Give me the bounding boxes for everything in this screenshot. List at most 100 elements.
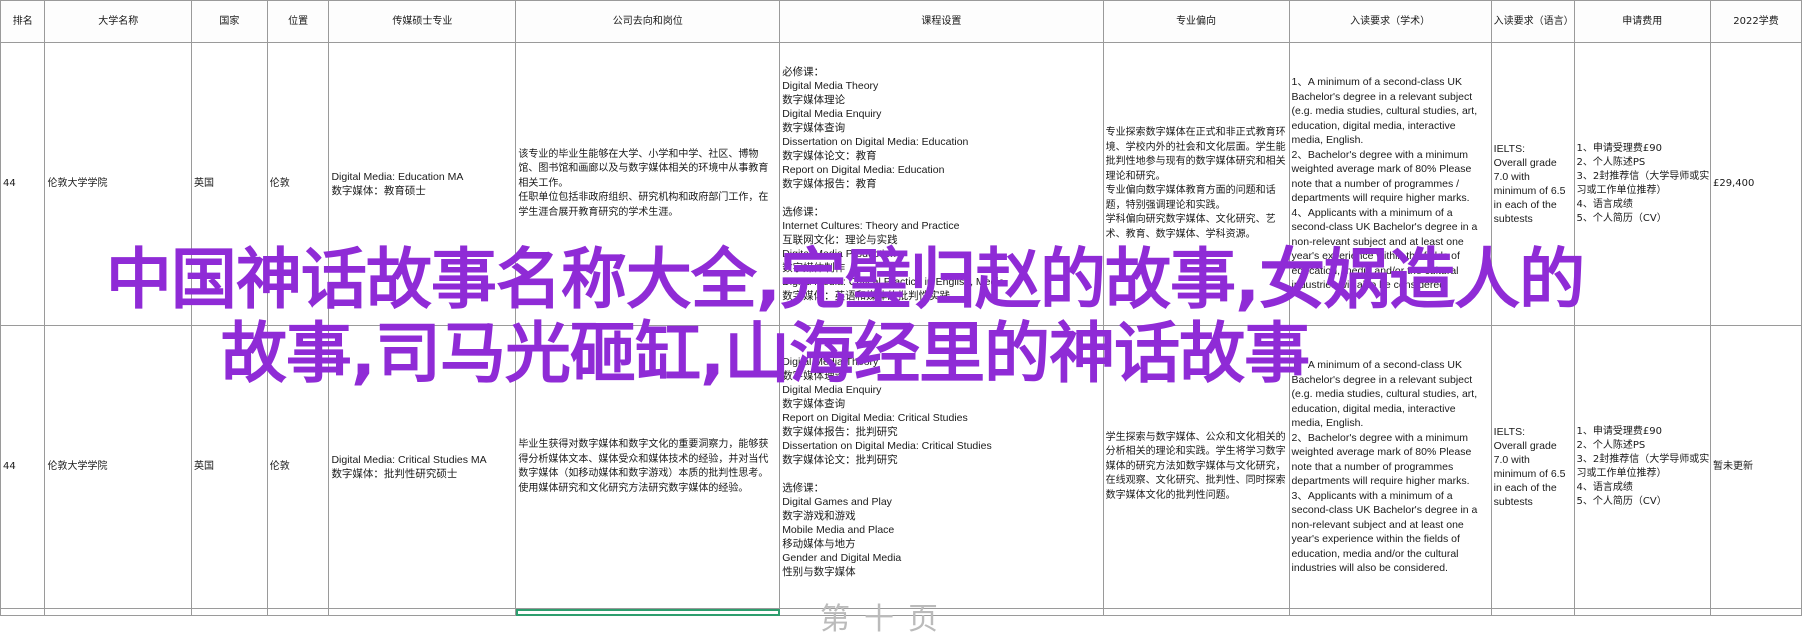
cell-university[interactable]: 伦敦大学学院 bbox=[44, 325, 192, 609]
header-courses[interactable]: 课程设置 bbox=[779, 0, 1104, 43]
empty-cell[interactable] bbox=[44, 608, 192, 616]
cell-line: 数字媒体报告：教育 bbox=[782, 178, 877, 190]
table-row: 44 伦敦大学学院 英国 伦敦 Digital Media: Education MA 数… bbox=[0, 42, 1802, 326]
empty-cell[interactable] bbox=[1102, 608, 1290, 616]
empty-cell[interactable] bbox=[191, 608, 268, 616]
header-language-req[interactable]: 入读要求（语言） bbox=[1490, 0, 1575, 43]
cell-line: 互联网文化：理论与实践 bbox=[782, 234, 898, 246]
cell-line: 数字媒体查询 bbox=[782, 122, 846, 134]
header-tuition[interactable]: 2022学费 bbox=[1709, 0, 1802, 43]
cell-line: minimum of 6.5 bbox=[1493, 468, 1566, 480]
cell-line: 数字媒体：英语和媒体的批判性实践 bbox=[782, 290, 951, 302]
cell-language[interactable]: IELTS: Overall grade 7.0 with minimum of 6.… bbox=[1490, 42, 1575, 326]
empty-cell[interactable] bbox=[515, 608, 781, 616]
cell-academic-text: 1、A minimum of a second-class UK Bachelo… bbox=[1291, 359, 1478, 575]
cell-country[interactable]: 英国 bbox=[191, 42, 268, 326]
header-academic-req[interactable]: 入读要求（学术） bbox=[1288, 0, 1492, 43]
cell-line: 习或工作单位推荐） bbox=[1576, 185, 1667, 196]
cell-line: 数字媒体理论 bbox=[782, 94, 846, 106]
cell-line: 选修课： bbox=[782, 206, 825, 218]
cell-focus-text: 专业探索数字媒体在正式和非正式教育环境、学校内外的社会和文化层面。学生能批判性地… bbox=[1105, 127, 1286, 240]
cell-academic-text: 1、A minimum of a second-class UK Bachelo… bbox=[1291, 76, 1478, 292]
empty-cell[interactable] bbox=[1709, 608, 1802, 616]
cell-line: 2、个人陈述PS bbox=[1576, 440, 1646, 451]
header-country[interactable]: 国家 bbox=[191, 0, 268, 43]
cell-careers-text: 毕业生获得对数字媒体和数字文化的重要洞察力，能够获得分析媒体文本、媒体受众和媒体… bbox=[518, 439, 769, 494]
cell-rank[interactable]: 44 bbox=[0, 42, 46, 326]
empty-cell[interactable] bbox=[266, 608, 330, 616]
cell-language-lines: IELTS: Overall grade 7.0 with minimum of 6.… bbox=[1494, 142, 1572, 226]
header-application-fee[interactable]: 申请费用 bbox=[1573, 0, 1711, 43]
cell-courses-lines: 必修课： Digital Media Theory 数字媒体理论 Digital Me… bbox=[782, 65, 1100, 303]
cell-program[interactable]: Digital Media: Critical Studies MA 数字媒体：批… bbox=[328, 325, 517, 609]
cell-fee-lines: 1、申请受理费£90 2、个人陈述PS 3、2封推荐信（大学导师或实 习或工作单位推荐… bbox=[1576, 142, 1710, 226]
cell-focus[interactable]: 专业探索数字媒体在正式和非正式教育环境、学校内外的社会和文化层面。学生能批判性地… bbox=[1102, 42, 1290, 326]
cell-line: Dissertation on Digital Media: Critical … bbox=[782, 440, 992, 452]
cell-line: 1、申请受理费£90 bbox=[1576, 143, 1662, 154]
cell-fee[interactable]: 1、申请受理费£90 2、个人陈述PS 3、2封推荐信（大学导师或实 习或工作单位推荐… bbox=[1573, 325, 1711, 609]
header-careers[interactable]: 公司去向和岗位 bbox=[515, 0, 781, 43]
cell-line: 习或工作单位推荐） bbox=[1576, 468, 1667, 479]
header-program[interactable]: 传媒硕士专业 bbox=[328, 0, 517, 43]
cell-line: IELTS: bbox=[1493, 426, 1525, 438]
cell-program[interactable]: Digital Media: Education MA 数字媒体：教育硕士 bbox=[328, 42, 517, 326]
cell-academic[interactable]: 1、A minimum of a second-class UK Bachelo… bbox=[1288, 325, 1492, 609]
cell-rank[interactable]: 44 bbox=[0, 325, 46, 609]
cell-rank-text: 44 bbox=[3, 460, 16, 472]
cell-line: 性别与数字媒体 bbox=[782, 566, 856, 578]
cell-line: Gender and Digital Media bbox=[782, 552, 902, 564]
cell-line: Mobile Media and Place bbox=[782, 524, 895, 536]
cell-line: Dissertation on Digital Media: Education bbox=[782, 136, 969, 148]
cell-courses[interactable]: Digital Media Theory 数字媒体理论 Digital Media … bbox=[779, 325, 1104, 609]
cell-line: 数字媒体：教育硕士 bbox=[331, 185, 426, 197]
header-focus[interactable]: 专业偏向 bbox=[1102, 0, 1290, 43]
cell-line: 数字媒体报告：批判研究 bbox=[782, 426, 898, 438]
cell-line bbox=[782, 467, 1100, 481]
header-location[interactable]: 位置 bbox=[266, 0, 330, 43]
cell-language[interactable]: IELTS: Overall grade 7.0 with minimum of 6.… bbox=[1490, 325, 1575, 609]
cell-tuition[interactable]: £29,400 bbox=[1709, 42, 1802, 326]
header-university[interactable]: 大学名称 bbox=[44, 0, 192, 43]
cell-line: 5、个人简历（CV） bbox=[1576, 496, 1667, 507]
cell-courses[interactable]: 必修课： Digital Media Theory 数字媒体理论 Digital Me… bbox=[779, 42, 1104, 326]
empty-cell[interactable] bbox=[328, 608, 517, 616]
cell-line: 数字媒体查询 bbox=[782, 398, 846, 410]
cell-line: Report on Digital Media: Critical Studie… bbox=[782, 412, 968, 424]
cell-line: 数字媒体理论 bbox=[782, 370, 846, 382]
cell-line: Digital Media Theory bbox=[782, 80, 879, 92]
cell-careers[interactable]: 毕业生获得对数字媒体和数字文化的重要洞察力，能够获得分析媒体文本、媒体受众和媒体… bbox=[515, 325, 781, 609]
cell-location-text: 伦敦 bbox=[269, 460, 290, 472]
empty-cell[interactable] bbox=[1573, 608, 1711, 616]
cell-academic[interactable]: 1、A minimum of a second-class UK Bachelo… bbox=[1288, 42, 1492, 326]
table-row: 44 伦敦大学学院 英国 伦敦 Digital Media: Critical Stud… bbox=[0, 325, 1802, 609]
cell-line: Digital Media: Critical Practice in Engl… bbox=[782, 276, 1005, 288]
cell-line: Digital Media Production bbox=[782, 248, 896, 260]
cell-line: 2、个人陈述PS bbox=[1576, 157, 1646, 168]
cell-line: 移动媒体与地方 bbox=[782, 538, 856, 550]
cell-location[interactable]: 伦敦 bbox=[266, 325, 330, 609]
cell-location[interactable]: 伦敦 bbox=[266, 42, 330, 326]
cell-line: in each of the bbox=[1493, 199, 1557, 211]
header-row: 排名 大学名称 国家 位置 传媒硕士专业 公司去向和岗位 课程设置 专业偏向 入… bbox=[0, 0, 1802, 43]
cell-line: 数字媒体：批判性研究硕士 bbox=[331, 468, 458, 480]
header-rank[interactable]: 排名 bbox=[0, 0, 46, 43]
cell-line: in each of the bbox=[1493, 482, 1557, 494]
cell-careers[interactable]: 该专业的毕业生能够在大学、小学和中学、社区、博物馆、图书馆和画廊以及与数字媒体相… bbox=[515, 42, 781, 326]
cell-line: minimum of 6.5 bbox=[1493, 185, 1566, 197]
empty-cell[interactable] bbox=[0, 608, 46, 616]
cell-focus-text: 学生探索与数字媒体、公众和文化相关的分析相关的理论和实践。学生将学习数字媒体的研… bbox=[1105, 431, 1286, 501]
cell-line: 7.0 with bbox=[1493, 171, 1530, 183]
cell-line: Digital Media Enquiry bbox=[782, 108, 882, 120]
cell-line: 数字媒体论文：教育 bbox=[782, 150, 877, 162]
cell-country[interactable]: 英国 bbox=[191, 325, 268, 609]
empty-cell[interactable] bbox=[1288, 608, 1492, 616]
cell-tuition[interactable]: 暂未更新 bbox=[1709, 325, 1802, 609]
cell-fee[interactable]: 1、申请受理费£90 2、个人陈述PS 3、2封推荐信（大学导师或实 习或工作单位推荐… bbox=[1573, 42, 1711, 326]
cell-focus[interactable]: 学生探索与数字媒体、公众和文化相关的分析相关的理论和实践。学生将学习数字媒体的研… bbox=[1102, 325, 1290, 609]
empty-cell[interactable] bbox=[1490, 608, 1575, 616]
cell-university[interactable]: 伦敦大学学院 bbox=[44, 42, 192, 326]
cell-university-text: 伦敦大学学院 bbox=[47, 460, 108, 472]
cell-rank-text: 44 bbox=[3, 177, 16, 189]
cell-location-text: 伦敦 bbox=[269, 177, 290, 189]
cell-line: 数字媒体制作 bbox=[782, 262, 846, 274]
